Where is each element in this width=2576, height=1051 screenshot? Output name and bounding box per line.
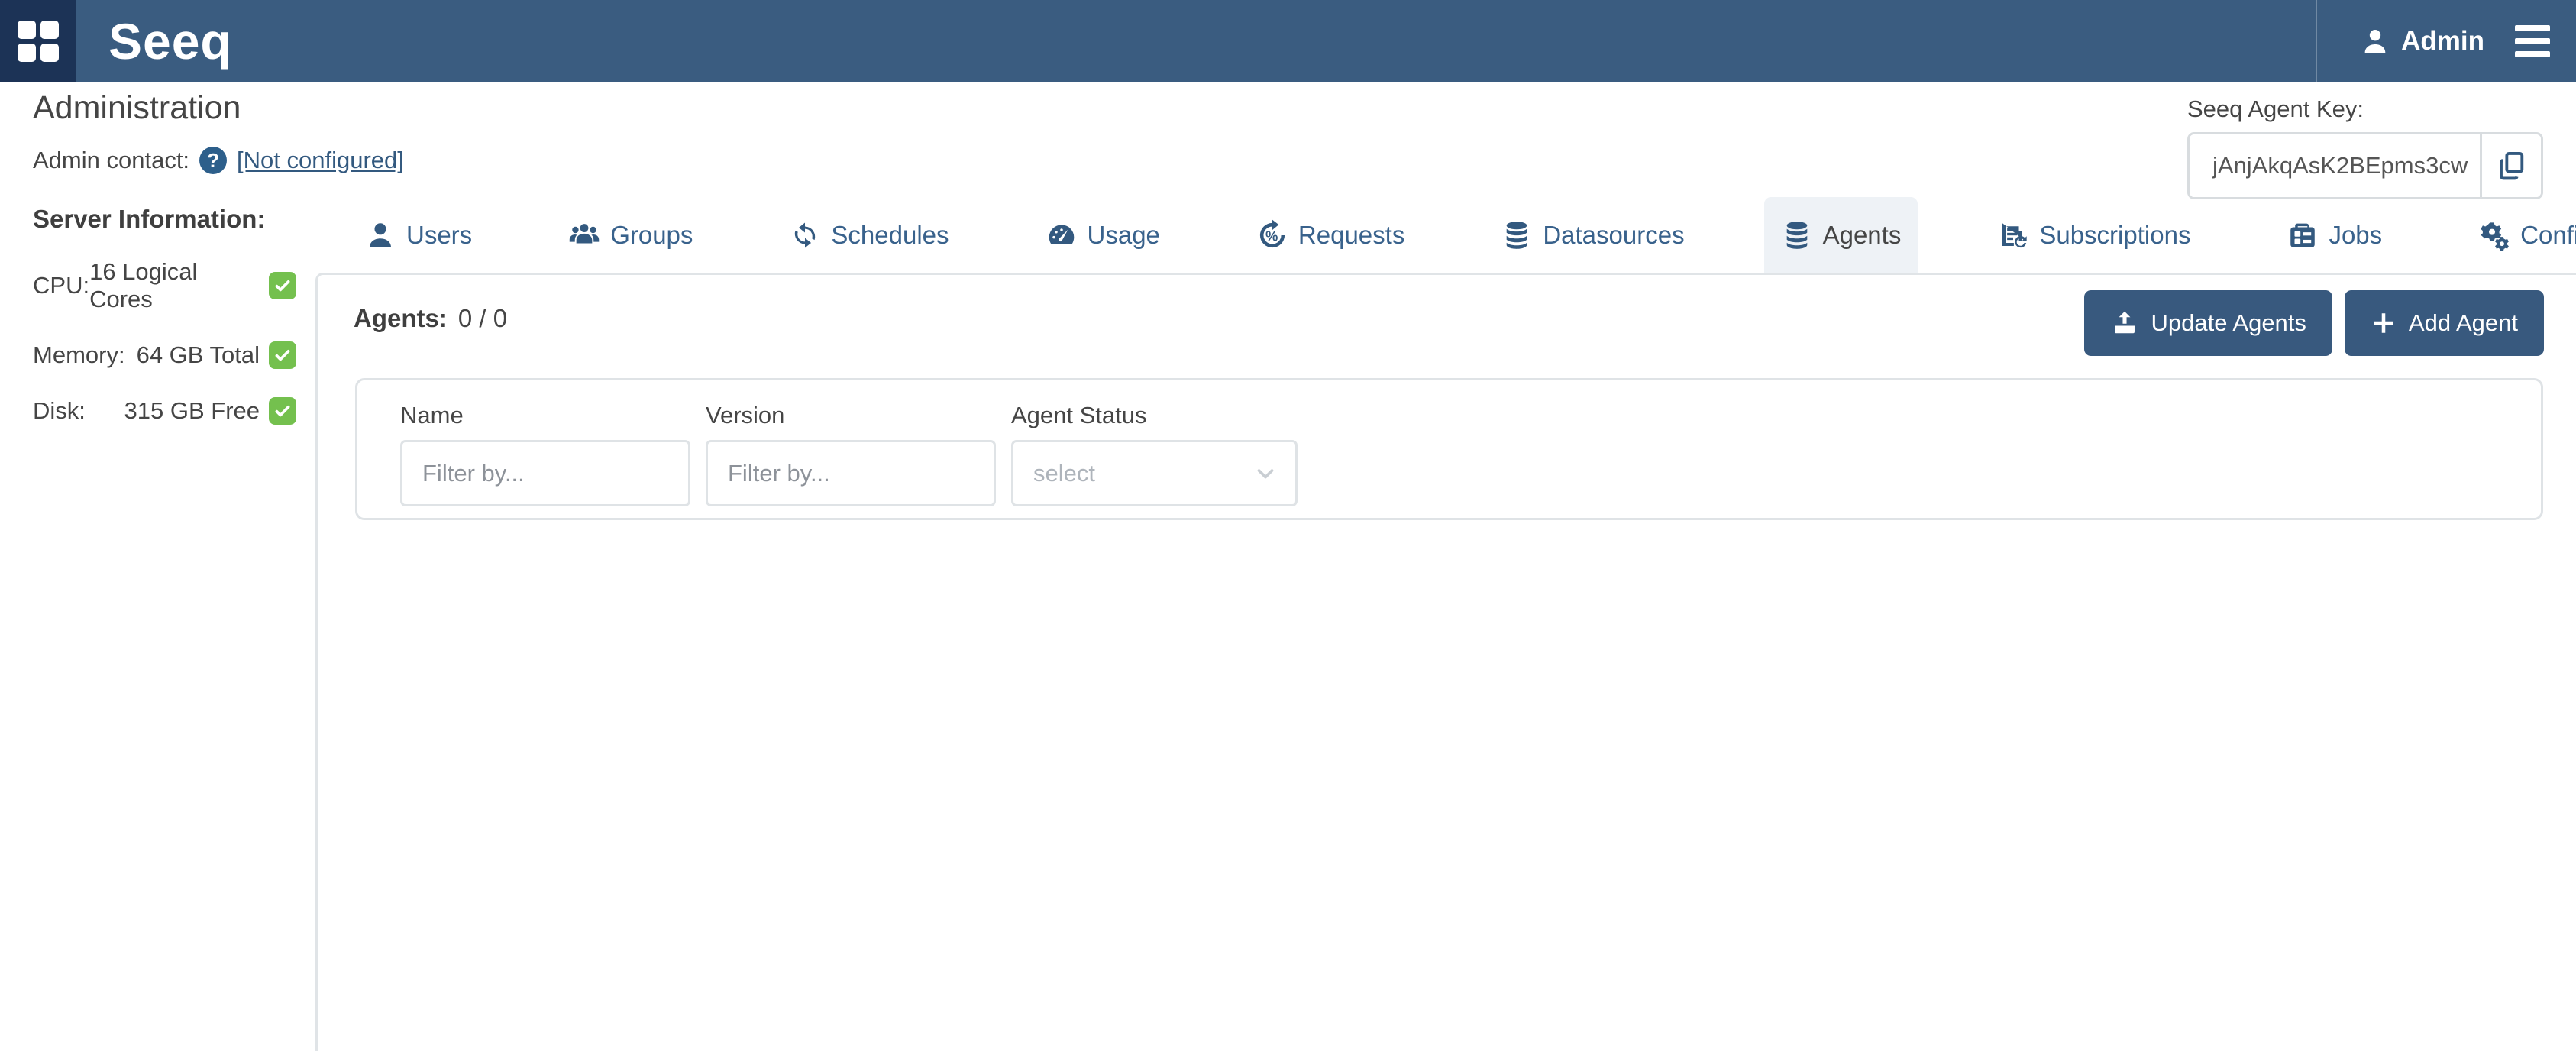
logo-text: Seeq	[108, 16, 232, 66]
copy-icon	[2496, 150, 2528, 182]
filter-name-column: Name	[400, 402, 690, 518]
copy-button[interactable]	[2480, 134, 2541, 197]
server-info-value: 64 GB Total	[137, 341, 260, 369]
users-icon	[568, 219, 600, 251]
database-icon	[1501, 219, 1533, 251]
tab-usage[interactable]: Usage	[1029, 197, 1177, 273]
server-information: Server Information: CPU:16 Logical Cores…	[33, 205, 296, 453]
chevron-down-icon	[1252, 461, 1278, 487]
admin-tab-bar: Users Groups Schedules Usage% Requests Dataso…	[347, 197, 2576, 273]
tab-jobs[interactable]: Jobs	[2270, 197, 2399, 273]
tab-agents[interactable]: Agents	[1764, 197, 1918, 273]
gears-icon	[2478, 219, 2510, 251]
admin-contact-row: Admin contact: ? [Not configured]	[33, 147, 404, 174]
briefcase-icon	[2287, 219, 2319, 251]
percent-cycle-icon: %	[1256, 219, 1288, 251]
tab-subscriptions[interactable]: Subscriptions	[1980, 197, 2207, 273]
agent-status-select[interactable]: select	[1011, 440, 1298, 506]
admin-contact-configure-link[interactable]: [Not configured]	[237, 147, 404, 174]
gauge-icon	[1046, 219, 1078, 251]
tab-label: Datasources	[1543, 221, 1684, 250]
agent-status-placeholder: select	[1033, 460, 1095, 487]
server-info-row: Disk: 315 GB Free	[33, 397, 296, 425]
server-info-label: Disk:	[33, 397, 86, 425]
subscription-icon	[1997, 219, 2029, 251]
tab-label: Schedules	[831, 221, 949, 250]
database-icon	[1781, 219, 1813, 251]
server-info-label: Memory:	[33, 341, 125, 369]
server-information-heading: Server Information:	[33, 205, 296, 234]
check-square-icon	[269, 397, 296, 425]
agents-count: 0 / 0	[458, 304, 507, 333]
update-agents-label: Update Agents	[2151, 309, 2306, 337]
tab-requests[interactable]: % Requests	[1240, 197, 1421, 273]
hamburger-icon[interactable]	[2515, 25, 2550, 57]
add-agent-label: Add Agent	[2409, 309, 2518, 337]
filter-status-column: Agent Status select	[1011, 402, 1298, 518]
filter-name-label: Name	[400, 402, 690, 429]
app-switcher-button[interactable]	[0, 0, 76, 82]
tab-label: Agents	[1823, 221, 1902, 250]
check-square-icon	[269, 272, 296, 299]
server-info-label: CPU:	[33, 272, 89, 299]
sync-icon	[789, 219, 821, 251]
agents-filter-card: Name Version Agent Status select	[355, 378, 2543, 520]
filter-version-label: Version	[706, 402, 996, 429]
tab-label: Configuration	[2520, 221, 2576, 250]
seeq-logo[interactable]: Seeq	[108, 16, 232, 66]
upload-icon	[2110, 309, 2139, 338]
tab-label: Users	[406, 221, 472, 250]
agents-heading: Agents:	[354, 304, 448, 333]
svg-text:%: %	[1265, 228, 1278, 244]
tab-configuration[interactable]: Configuration	[2461, 197, 2576, 273]
server-info-row: Memory: 64 GB Total	[33, 341, 296, 369]
add-agent-button[interactable]: Add Agent	[2345, 290, 2544, 356]
panel-actions: Update Agents Add Agent	[2084, 290, 2544, 356]
tab-content-panel: Agents: 0 / 0 Update Agents Add Agent Na…	[315, 273, 2576, 1051]
tab-label: Jobs	[2329, 221, 2382, 250]
filter-status-label: Agent Status	[1011, 402, 1298, 429]
server-info-value: 16 Logical Cores	[89, 258, 260, 313]
page-title: Administration	[33, 89, 241, 127]
agent-key-label: Seeq Agent Key:	[2187, 95, 2543, 123]
tab-users[interactable]: Users	[347, 197, 489, 273]
question-circle-icon[interactable]: ?	[199, 147, 227, 174]
server-info-value: 315 GB Free	[124, 397, 260, 425]
tab-label: Groups	[610, 221, 693, 250]
tab-label: Usage	[1088, 221, 1160, 250]
tab-schedules[interactable]: Schedules	[772, 197, 965, 273]
agents-count-row: Agents: 0 / 0	[354, 304, 507, 333]
filter-name-input[interactable]	[400, 440, 690, 506]
user-icon	[364, 219, 396, 251]
tab-datasources[interactable]: Datasources	[1484, 197, 1701, 273]
user-icon	[2360, 26, 2390, 57]
tab-groups[interactable]: Groups	[551, 197, 709, 273]
top-navigation-bar: Seeq Admin	[0, 0, 2576, 82]
tab-label: Requests	[1298, 221, 1404, 250]
filter-version-column: Version	[706, 402, 996, 518]
agent-key-input-group	[2187, 132, 2543, 199]
server-info-row: CPU:16 Logical Cores	[33, 258, 296, 313]
update-agents-button[interactable]: Update Agents	[2084, 290, 2332, 356]
grid-icon	[18, 21, 59, 62]
topbar-user-area: Admin	[2316, 0, 2576, 82]
seeq-agent-key-block: Seeq Agent Key:	[2187, 95, 2543, 199]
user-label: Admin	[2401, 26, 2484, 57]
filter-version-input[interactable]	[706, 440, 996, 506]
plus-icon	[2371, 310, 2397, 336]
admin-contact-label: Admin contact:	[33, 147, 189, 174]
user-menu[interactable]: Admin	[2360, 26, 2484, 57]
check-square-icon	[269, 341, 296, 369]
tab-label: Subscriptions	[2039, 221, 2190, 250]
agent-key-input[interactable]	[2190, 134, 2480, 197]
